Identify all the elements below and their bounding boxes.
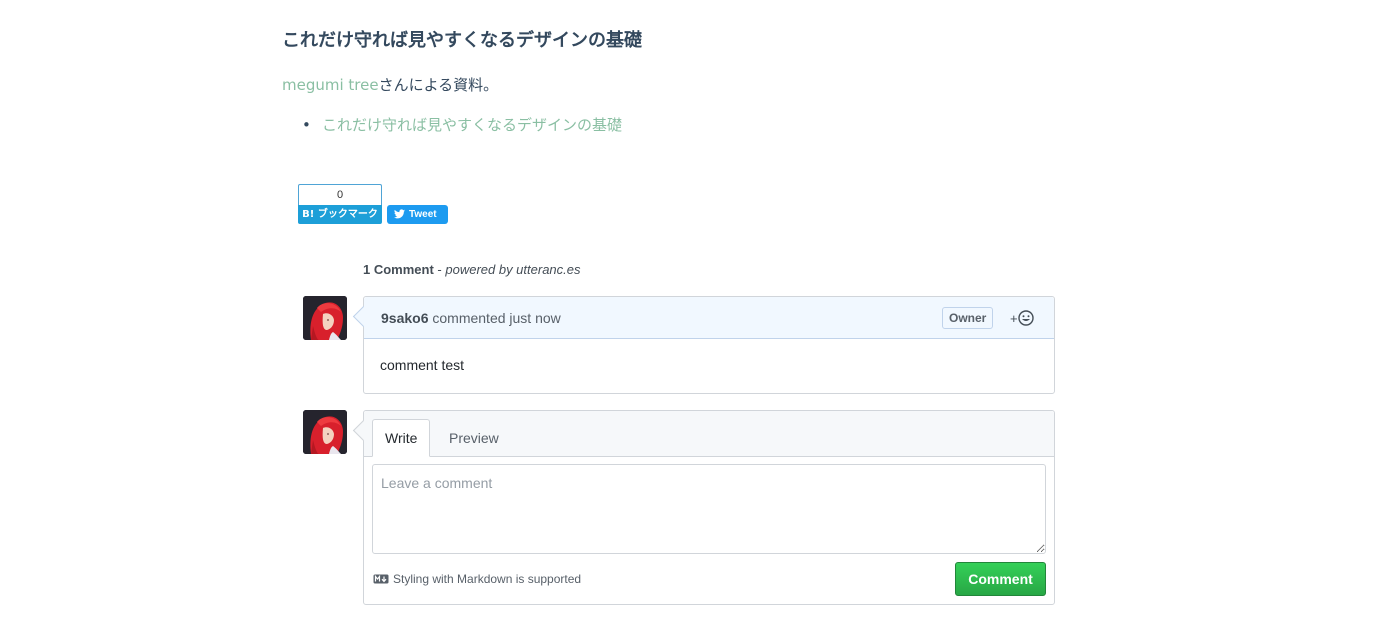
powered-separator: - <box>433 262 446 277</box>
avatar[interactable] <box>303 296 347 340</box>
markdown-hint[interactable]: Styling with Markdown is supported <box>373 572 581 586</box>
powered-by-link[interactable]: powered by utteranc.es <box>445 262 580 277</box>
article-heading: これだけ守れば見やすくなるデザインの基礎 <box>282 30 642 51</box>
comment-count: 1 Comment <box>363 262 434 277</box>
hatena-bookmark-button[interactable]: B! ブックマーク <box>298 205 382 224</box>
twitter-bird-icon <box>394 207 405 226</box>
smiley-icon <box>1017 310 1034 326</box>
intro-suffix: さんによる資料。 <box>378 76 499 94</box>
comment-header: 9sako6 commented just now Owner + <box>364 297 1054 339</box>
comment-timestamp[interactable]: commented just now <box>432 310 560 326</box>
editor-tab-bar: Write Preview <box>364 411 1054 457</box>
resource-link-list: これだけ守れば見やすくなるデザインの基礎 <box>302 114 622 135</box>
hatena-bookmark-widget: 0 B! ブックマーク <box>298 184 382 224</box>
avatar[interactable] <box>303 410 347 454</box>
comment-author[interactable]: 9sako6 <box>381 310 428 326</box>
intro-text: megumi treeさんによる資料。 <box>282 74 498 95</box>
author-link[interactable]: megumi tree <box>282 76 379 94</box>
hatena-bookmark-count[interactable]: 0 <box>298 184 382 205</box>
submit-comment-button[interactable]: Comment <box>955 562 1046 596</box>
avatar-image-icon <box>303 410 347 454</box>
owner-badge: Owner <box>942 307 994 329</box>
tab-preview[interactable]: Preview <box>437 419 511 457</box>
tweet-label: Tweet <box>409 209 437 220</box>
add-reaction-button[interactable]: + <box>1010 308 1034 328</box>
comment-input[interactable] <box>372 464 1046 554</box>
markdown-hint-label: Styling with Markdown is supported <box>393 572 582 586</box>
tweet-button[interactable]: Tweet <box>387 205 448 224</box>
comment-count-header: 1 Comment - powered by utteranc.es <box>363 262 581 277</box>
comment-card: 9sako6 commented just now Owner + commen… <box>363 296 1055 394</box>
list-item: これだけ守れば見やすくなるデザインの基礎 <box>302 114 622 135</box>
comment-meta: 9sako6 commented just now <box>381 310 561 326</box>
tab-write[interactable]: Write <box>372 419 431 457</box>
reaction-plus: + <box>1010 310 1018 326</box>
comment-editor: Write Preview Styling with Markdown is s… <box>363 410 1055 605</box>
markdown-icon <box>373 574 389 584</box>
resource-link[interactable]: これだけ守れば見やすくなるデザインの基礎 <box>322 116 622 134</box>
avatar-image-icon <box>303 296 347 340</box>
comment-body: comment test <box>380 357 465 373</box>
